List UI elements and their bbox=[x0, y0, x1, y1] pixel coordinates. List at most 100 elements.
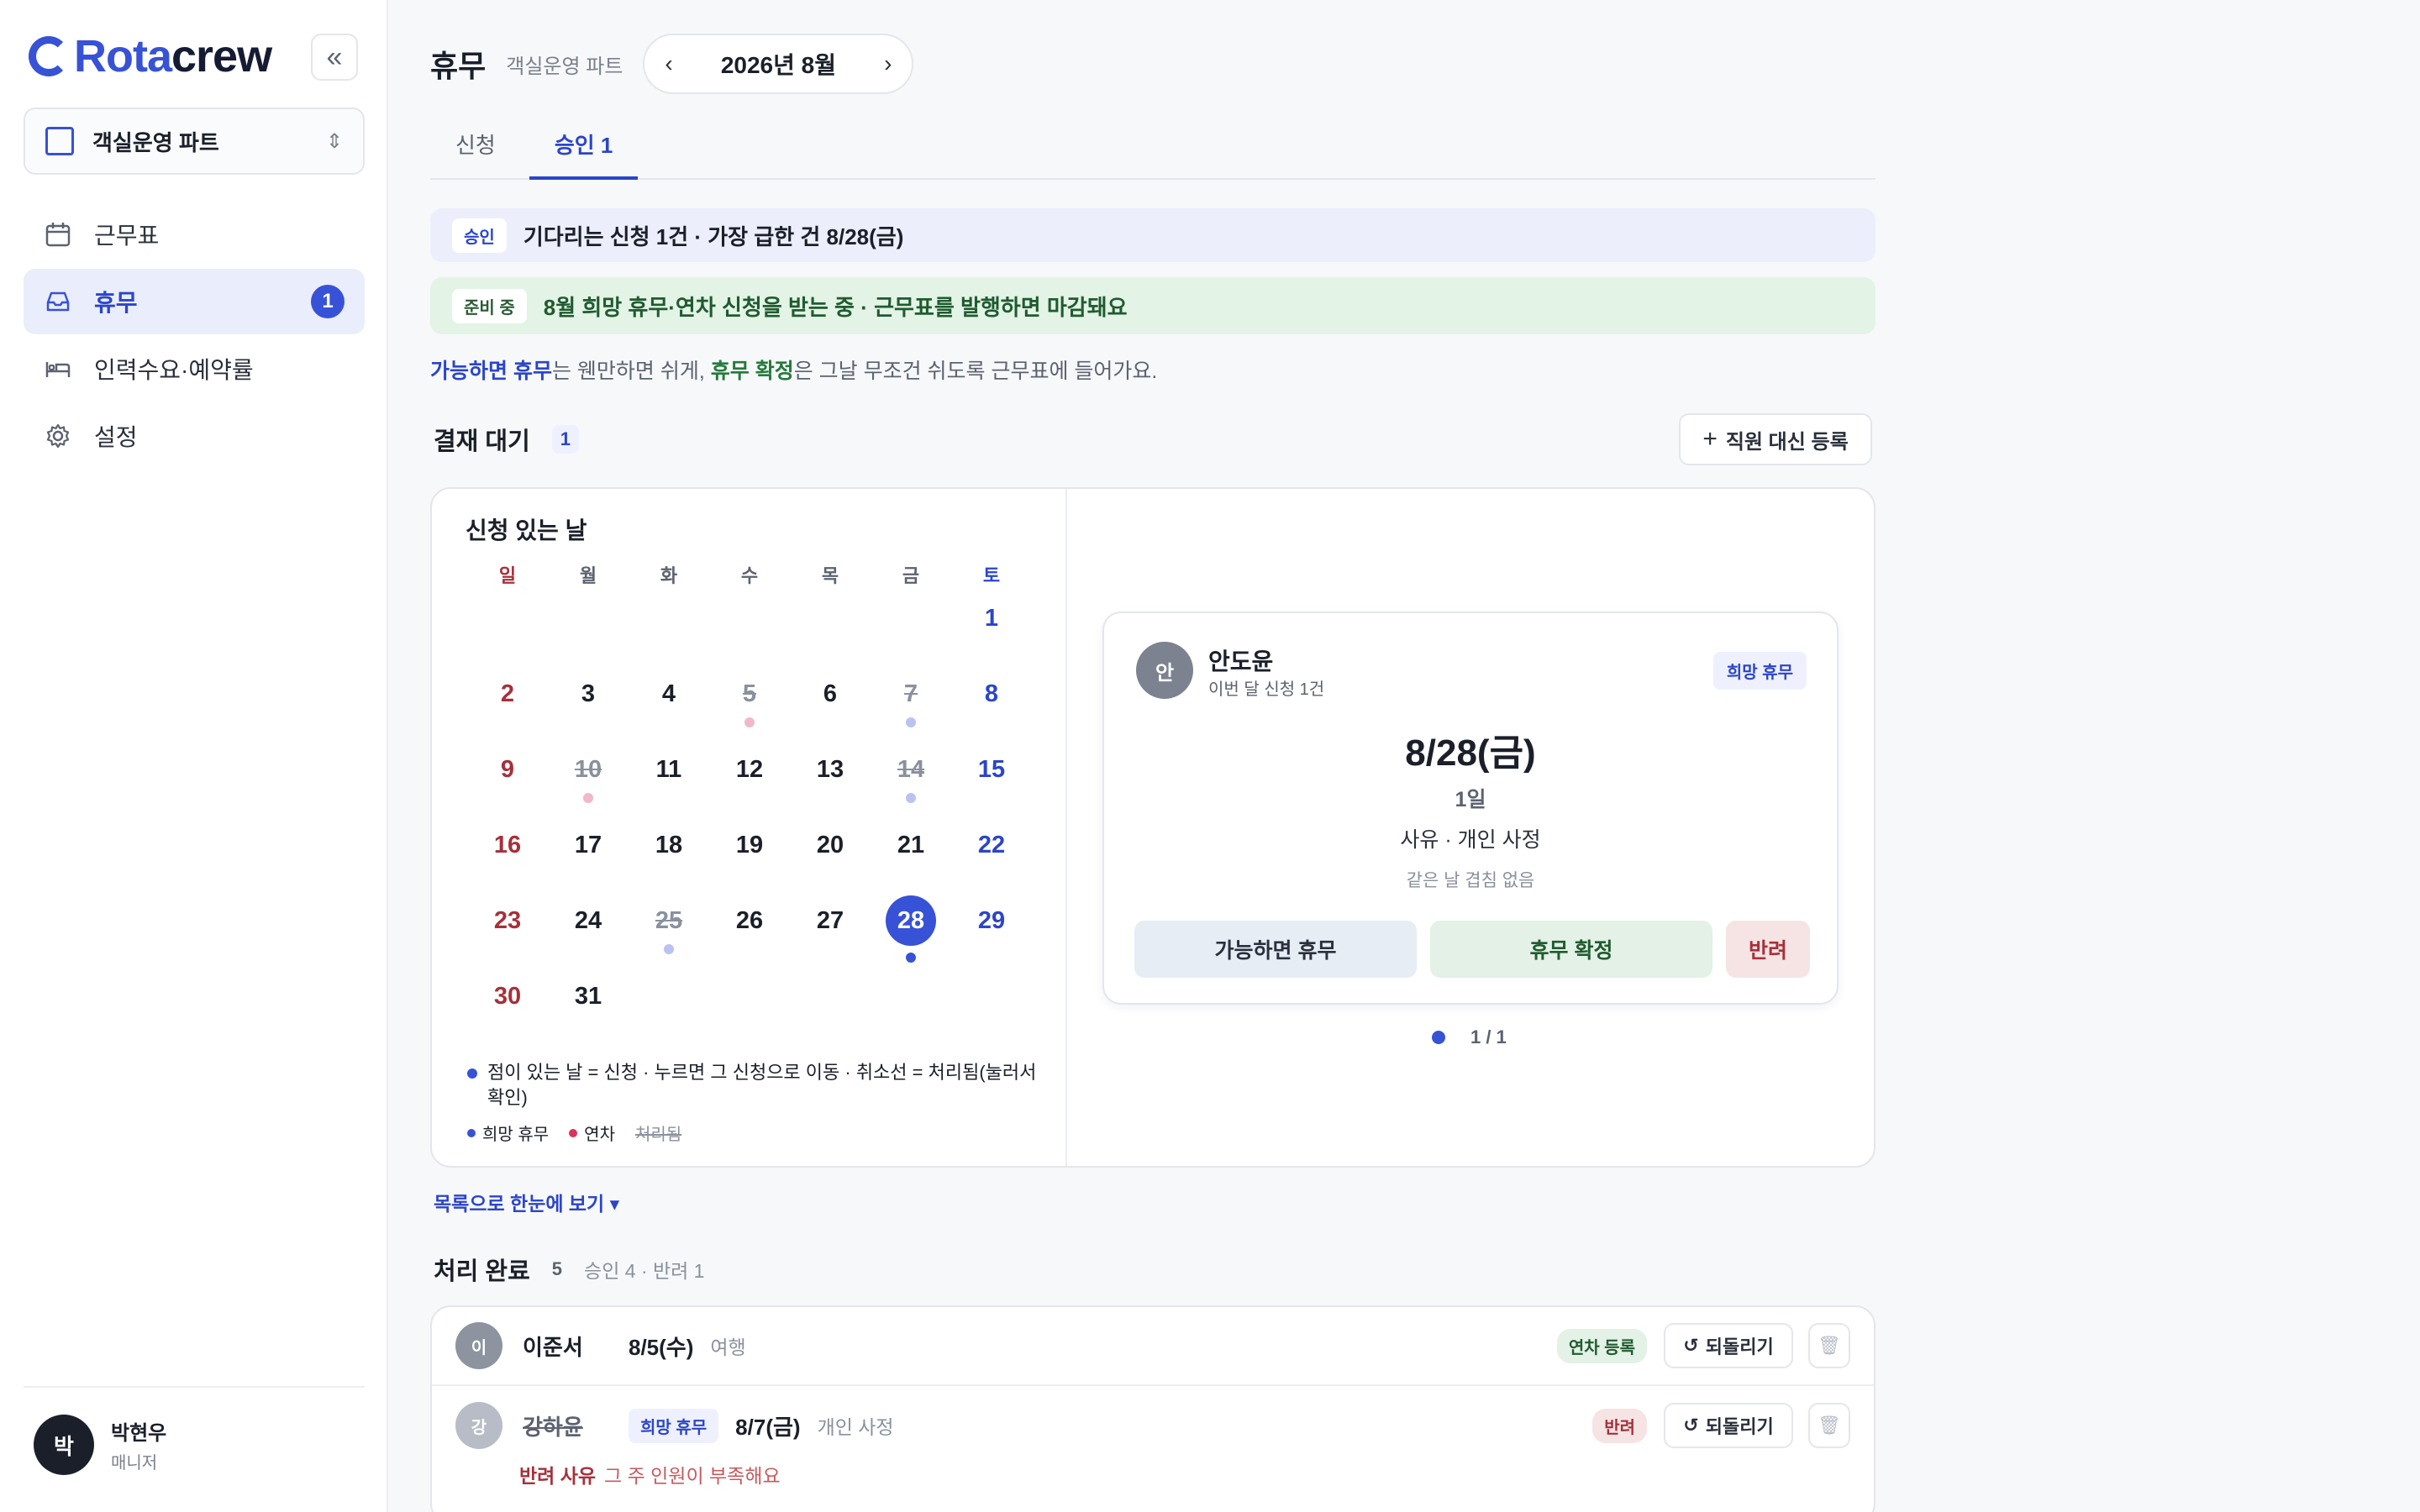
calendar-day[interactable]: 10 bbox=[548, 756, 629, 784]
avatar: 박 bbox=[34, 1415, 94, 1475]
undo-icon: ↺ bbox=[1683, 1415, 1699, 1436]
weekday-header: 금 bbox=[902, 565, 920, 586]
calendar-day: 1 bbox=[984, 605, 999, 632]
calendar-day: 8 bbox=[984, 680, 999, 707]
calendar-title: 신청 있는 날 bbox=[466, 517, 587, 543]
calendar-day[interactable]: 25 bbox=[629, 907, 709, 935]
request-dot bbox=[906, 717, 916, 727]
tab-bar: 신청 승인 1 bbox=[430, 126, 1876, 180]
approve-maybe-button[interactable]: 가능하면 휴무 bbox=[1134, 921, 1417, 978]
calendar-day: 16 bbox=[493, 832, 522, 858]
calendar-day[interactable]: 28 bbox=[871, 895, 951, 946]
bed-icon bbox=[44, 354, 72, 383]
calendar-day: 18 bbox=[655, 832, 683, 858]
calendar-day: 4 bbox=[661, 680, 676, 707]
register-for-employee-button[interactable]: + 직원 대신 등록 bbox=[1679, 413, 1872, 465]
plus-icon: + bbox=[1702, 425, 1718, 453]
leave-type-hint: 가능하면 휴무는 웬만하면 쉬게, 휴무 확정은 그날 무조건 쉬도록 근무표에… bbox=[430, 360, 1158, 383]
approve-confirm-button[interactable]: 휴무 확정 bbox=[1430, 921, 1712, 978]
logo-text: Rotacrew bbox=[74, 31, 272, 81]
page-title: 휴무 bbox=[430, 49, 487, 83]
undo-button[interactable]: ↺ 되돌리기 bbox=[1664, 1403, 1793, 1448]
collapse-sidebar-button[interactable]: « bbox=[311, 34, 358, 81]
weekday-header: 수 bbox=[740, 565, 759, 586]
pager-dot[interactable] bbox=[1432, 1031, 1445, 1044]
calendar-day: 21 bbox=[897, 832, 925, 858]
approval-banner[interactable]: 승인 기다리는 신청 1건 · 가장 급한 건 8/28(금) bbox=[430, 208, 1876, 262]
reject-button[interactable]: 반려 bbox=[1726, 921, 1810, 978]
chevron-right-icon[interactable]: › bbox=[884, 50, 892, 77]
page-header: 휴무 객실운영 파트 ‹ 2026년 8월 › bbox=[430, 34, 914, 94]
prep-pill: 준비 중 bbox=[452, 288, 527, 323]
team-selector[interactable]: 객실운영 파트 ⇕ bbox=[24, 108, 365, 175]
leave-count-badge: 1 bbox=[311, 285, 345, 318]
status-badge: 반려 bbox=[1592, 1408, 1647, 1443]
sidebar-item-demand[interactable]: 인력수요·예약률 bbox=[24, 336, 365, 402]
requester-sub: 이번 달 신청 1건 bbox=[1208, 680, 1325, 699]
double-chevron-left-icon: « bbox=[326, 40, 343, 73]
calendar-day: 12 bbox=[735, 756, 764, 783]
user-role: 매니저 bbox=[111, 1454, 158, 1473]
legend-hope: 희망 휴무 bbox=[467, 1121, 549, 1145]
leave-type-tag: 희망 휴무 bbox=[629, 1408, 719, 1443]
calendar-day[interactable]: 14 bbox=[871, 756, 951, 784]
inbox-icon bbox=[44, 287, 72, 316]
leave-note: 여행 bbox=[710, 1336, 746, 1358]
request-reason: 사유 · 개인 사정 bbox=[1400, 828, 1541, 852]
calendar-day: 29 bbox=[977, 907, 1006, 934]
approval-banner-text: 기다리는 신청 1건 · 가장 급한 건 8/28(금) bbox=[523, 223, 904, 249]
sidebar-item-settings[interactable]: 설정 bbox=[24, 403, 365, 469]
request-overlap: 같은 날 겹침 없음 bbox=[1406, 871, 1535, 890]
request-pager: 1 / 1 bbox=[1432, 1026, 1507, 1048]
approval-pill: 승인 bbox=[452, 218, 507, 253]
request-dot bbox=[906, 953, 916, 963]
calendar-legend-keys: 희망 휴무 연차 처리됨 bbox=[467, 1121, 702, 1145]
calendar-day: 13 bbox=[816, 756, 844, 783]
trash-icon[interactable]: 🗑 bbox=[1808, 1323, 1850, 1368]
calendar-day: 26 bbox=[735, 907, 764, 934]
chevron-left-icon[interactable]: ‹ bbox=[665, 50, 672, 77]
request-card: 안 안도윤 이번 달 신청 1건 희망 휴무 8/28(금) 1일 사유 · 개… bbox=[1102, 612, 1839, 1005]
done-list: 이 이준서 8/5(수) 여행 연차 등록 ↺ 되돌리기 🗑 강 강하윤 희망 휴… bbox=[430, 1305, 1876, 1512]
sidebar-item-label: 근무표 bbox=[94, 223, 160, 249]
page-subtitle: 객실운영 파트 bbox=[506, 55, 623, 78]
avatar: 안 bbox=[1136, 642, 1193, 699]
sidebar: Rotacrew « 객실운영 파트 ⇕ 근무표 휴무 1 인력수요·예약률 설… bbox=[0, 0, 388, 1512]
calendar-day: 9 bbox=[500, 756, 515, 783]
prep-banner: 준비 중 8월 희망 휴무·연차 신청을 받는 중 · 근무표를 발행하면 마감… bbox=[430, 277, 1876, 334]
request-dot bbox=[744, 717, 755, 727]
done-section-title: 처리 완료 5 승인 4 · 반려 1 bbox=[434, 1252, 704, 1287]
done-meta: 승인 4 · 반려 1 bbox=[584, 1260, 705, 1282]
leave-date: 8/7(금) bbox=[735, 1414, 801, 1440]
calendar-day[interactable]: 7 bbox=[871, 680, 951, 708]
month-navigator: ‹ 2026년 8월 › bbox=[643, 34, 914, 94]
sidebar-item-schedule[interactable]: 근무표 bbox=[24, 202, 365, 267]
legend-annual: 연차 bbox=[569, 1121, 615, 1145]
calendar-legend: 점이 있는 날 = 신청 · 누르면 그 신청으로 이동 · 취소선 = 처리됨… bbox=[467, 1060, 1039, 1110]
requester-name: 안도윤 bbox=[1208, 648, 1274, 675]
leave-date: 8/5(수) bbox=[629, 1334, 694, 1360]
list-view-link[interactable]: 목록으로 한눈에 보기 ▾ bbox=[434, 1188, 619, 1216]
calendar-icon bbox=[44, 220, 72, 249]
tab-request[interactable]: 신청 bbox=[430, 126, 521, 180]
calendar-day: 27 bbox=[816, 907, 844, 934]
calendar-day: 19 bbox=[735, 832, 764, 858]
calendar-day: 2 bbox=[500, 680, 515, 707]
avatar: 이 bbox=[455, 1322, 502, 1369]
list-item: 이 이준서 8/5(수) 여행 연차 등록 ↺ 되돌리기 🗑 bbox=[432, 1307, 1874, 1386]
undo-icon: ↺ bbox=[1683, 1335, 1699, 1356]
rotacrew-logo[interactable]: Rotacrew bbox=[29, 31, 272, 81]
tab-approval[interactable]: 승인 1 bbox=[529, 126, 639, 180]
request-dot bbox=[583, 793, 593, 803]
user-profile[interactable]: 박 박현우 매니저 bbox=[34, 1415, 166, 1475]
calendar-day: 15 bbox=[977, 756, 1006, 783]
status-badge: 연차 등록 bbox=[1556, 1328, 1647, 1363]
logo-mark-icon bbox=[29, 36, 69, 76]
calendar-day[interactable]: 5 bbox=[709, 680, 790, 708]
prep-banner-text: 8월 희망 휴무·연차 신청을 받는 중 · 근무표를 발행하면 마감돼요 bbox=[543, 294, 1128, 320]
gear-icon bbox=[44, 422, 72, 450]
sidebar-item-leave[interactable]: 휴무 1 bbox=[24, 269, 365, 334]
calendar-day: 11 bbox=[655, 756, 682, 783]
trash-icon[interactable]: 🗑 bbox=[1808, 1403, 1850, 1448]
undo-button[interactable]: ↺ 되돌리기 bbox=[1664, 1323, 1793, 1368]
